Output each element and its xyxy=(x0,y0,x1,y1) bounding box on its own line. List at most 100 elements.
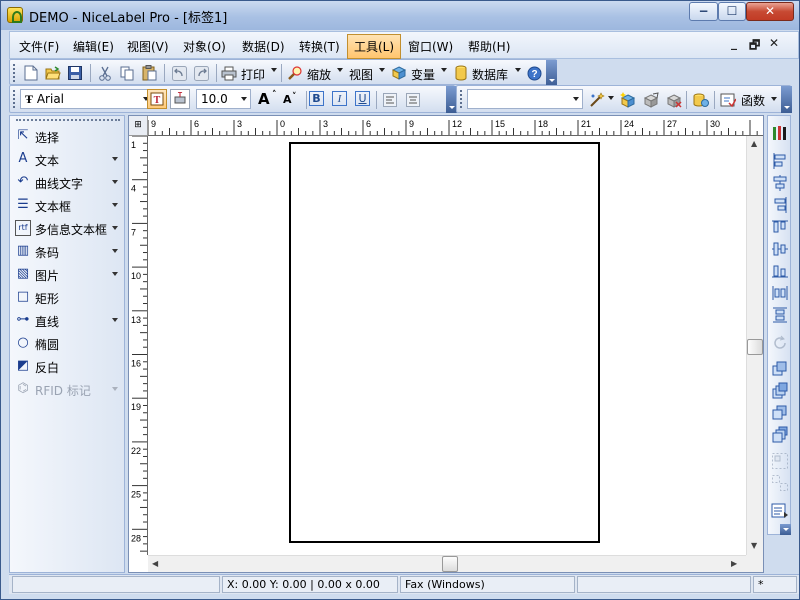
distribute-horizontal-icon[interactable] xyxy=(771,284,789,302)
toolbar-grip[interactable] xyxy=(13,90,16,108)
redo-icon[interactable] xyxy=(192,64,210,82)
palette-item[interactable]: A 文本 xyxy=(14,149,122,169)
send-backward-icon[interactable] xyxy=(771,404,789,422)
chevron-down-icon[interactable] xyxy=(112,387,118,391)
grow-font-button[interactable]: A xyxy=(258,90,270,108)
underline-button[interactable]: U xyxy=(355,91,370,106)
palette-item[interactable]: rtf 多信息文本框 xyxy=(14,218,122,238)
undo-icon[interactable] xyxy=(170,64,188,82)
bring-forward-icon[interactable] xyxy=(771,360,789,378)
paste-icon[interactable] xyxy=(140,64,158,82)
view-menu-button[interactable]: 视图 xyxy=(349,66,373,83)
palette-item[interactable]: ▥ 条码 xyxy=(14,241,122,261)
toolbar-overflow-button[interactable] xyxy=(546,60,557,86)
chevron-down-icon[interactable] xyxy=(112,226,118,230)
label-properties-icon[interactable] xyxy=(771,502,789,520)
align-right-edges-icon[interactable] xyxy=(771,196,789,214)
scroll-left-icon[interactable]: ◀ xyxy=(152,559,158,568)
menu-window[interactable]: 窗口(W) xyxy=(403,37,458,56)
close-button[interactable]: ✕ xyxy=(746,2,794,21)
italic-button[interactable]: I xyxy=(332,91,347,106)
align-left-edges-icon[interactable] xyxy=(771,152,789,170)
rotate-icon[interactable] xyxy=(771,334,789,352)
scroll-down-icon[interactable]: ▼ xyxy=(751,541,757,550)
variable-menu-button[interactable]: 变量 xyxy=(411,66,435,83)
distribute-vertical-icon[interactable] xyxy=(771,306,789,324)
menu-tools[interactable]: 工具(L) xyxy=(347,34,402,59)
print-dropdown-icon[interactable] xyxy=(271,68,277,72)
variable-wizard-dropdown-icon[interactable] xyxy=(608,96,614,100)
mdi-minimize-button[interactable]: _ xyxy=(731,36,737,50)
group-icon[interactable] xyxy=(771,452,789,470)
chevron-down-icon[interactable] xyxy=(112,272,118,276)
zoom-dropdown-icon[interactable] xyxy=(337,68,343,72)
variable-icon[interactable] xyxy=(390,64,408,82)
chevron-down-icon[interactable] xyxy=(112,249,118,253)
menu-edit[interactable]: 编辑(E) xyxy=(68,37,119,56)
copy-icon[interactable] xyxy=(118,64,136,82)
palette-item[interactable]: ⌬ RFID 标记 xyxy=(14,379,122,399)
palette-item[interactable]: ▧ 图片 xyxy=(14,264,122,284)
title-bar[interactable]: DEMO - NiceLabel Pro - [标签1] − ☐ ✕ xyxy=(1,1,799,30)
edit-variable-icon[interactable] xyxy=(642,91,660,109)
help-icon[interactable]: ? xyxy=(525,64,543,82)
send-to-back-icon[interactable] xyxy=(771,426,789,444)
scroll-right-icon[interactable]: ▶ xyxy=(731,559,737,568)
ungroup-icon[interactable] xyxy=(771,474,789,492)
functions-dropdown-icon[interactable] xyxy=(771,97,777,101)
ruler-unit-icon[interactable]: ⊞ xyxy=(129,116,148,136)
truetype-font-button[interactable]: T xyxy=(147,89,167,109)
chevron-down-icon[interactable] xyxy=(112,203,118,207)
label-page[interactable] xyxy=(289,142,600,543)
scroll-up-icon[interactable]: ▲ xyxy=(751,139,757,148)
variable-dropdown-icon[interactable] xyxy=(441,68,447,72)
bring-to-front-icon[interactable] xyxy=(771,382,789,400)
database-dropdown-icon[interactable] xyxy=(515,68,521,72)
database-menu-button[interactable]: 数据库 xyxy=(472,66,508,83)
view-dropdown-icon[interactable] xyxy=(379,68,385,72)
functions-menu-button[interactable]: 函数 xyxy=(741,92,765,109)
print-icon[interactable] xyxy=(220,64,238,82)
menu-object[interactable]: 对象(O) xyxy=(178,37,231,56)
maximize-button[interactable]: ☐ xyxy=(718,2,746,21)
palette-item[interactable]: ⊶ 直线 xyxy=(14,310,122,330)
open-icon[interactable] xyxy=(44,64,62,82)
vertical-scroll-thumb[interactable] xyxy=(747,339,763,355)
menu-data[interactable]: 数据(D) xyxy=(237,37,290,56)
new-icon[interactable] xyxy=(22,64,40,82)
align-left-icon[interactable] xyxy=(381,91,399,109)
design-canvas[interactable] xyxy=(149,137,747,555)
font-size-combo[interactable]: 10.0 xyxy=(196,89,251,109)
menu-help[interactable]: 帮助(H) xyxy=(463,37,515,56)
mdi-restore-button[interactable]: 🗗 xyxy=(749,36,760,57)
font-name-combo[interactable]: Ŧ Arial xyxy=(20,89,153,109)
toolbar-grip[interactable] xyxy=(460,90,463,108)
database-connect-icon[interactable] xyxy=(692,91,710,109)
new-variable-icon[interactable] xyxy=(619,91,637,109)
palette-item[interactable]: ○ 椭圆 xyxy=(14,333,122,353)
palette-item[interactable]: ⇱ 选择 xyxy=(14,126,122,146)
align-vertical-center-icon[interactable] xyxy=(771,240,789,258)
palette-item[interactable]: ↶ 曲线文字 xyxy=(14,172,122,192)
vertical-scrollbar[interactable]: ▲ ▼ xyxy=(746,136,763,555)
variable-select-combo[interactable] xyxy=(467,89,583,109)
bold-button[interactable]: B xyxy=(309,91,324,106)
cut-icon[interactable] xyxy=(96,64,114,82)
palette-item[interactable]: □ 矩形 xyxy=(14,287,122,307)
palette-item[interactable]: ◩ 反白 xyxy=(14,356,122,376)
database-icon[interactable] xyxy=(452,64,470,82)
horizontal-scroll-thumb[interactable] xyxy=(442,556,458,572)
palette-item[interactable]: ☰ 文本框 xyxy=(14,195,122,215)
toolbar-overflow-button[interactable] xyxy=(780,524,791,535)
zoom-icon[interactable] xyxy=(286,64,304,82)
print-menu-button[interactable]: 打印 xyxy=(241,66,265,83)
functions-icon[interactable] xyxy=(719,91,737,109)
color-pens-icon[interactable] xyxy=(771,124,789,142)
chevron-down-icon[interactable] xyxy=(112,318,118,322)
menu-transform[interactable]: 转换(T) xyxy=(294,37,345,56)
palette-grip[interactable] xyxy=(16,119,120,121)
shrink-font-button[interactable]: A xyxy=(283,93,292,106)
chevron-down-icon[interactable] xyxy=(112,180,118,184)
printer-font-button[interactable]: T xyxy=(170,89,190,109)
toolbar-grip[interactable] xyxy=(13,64,16,82)
